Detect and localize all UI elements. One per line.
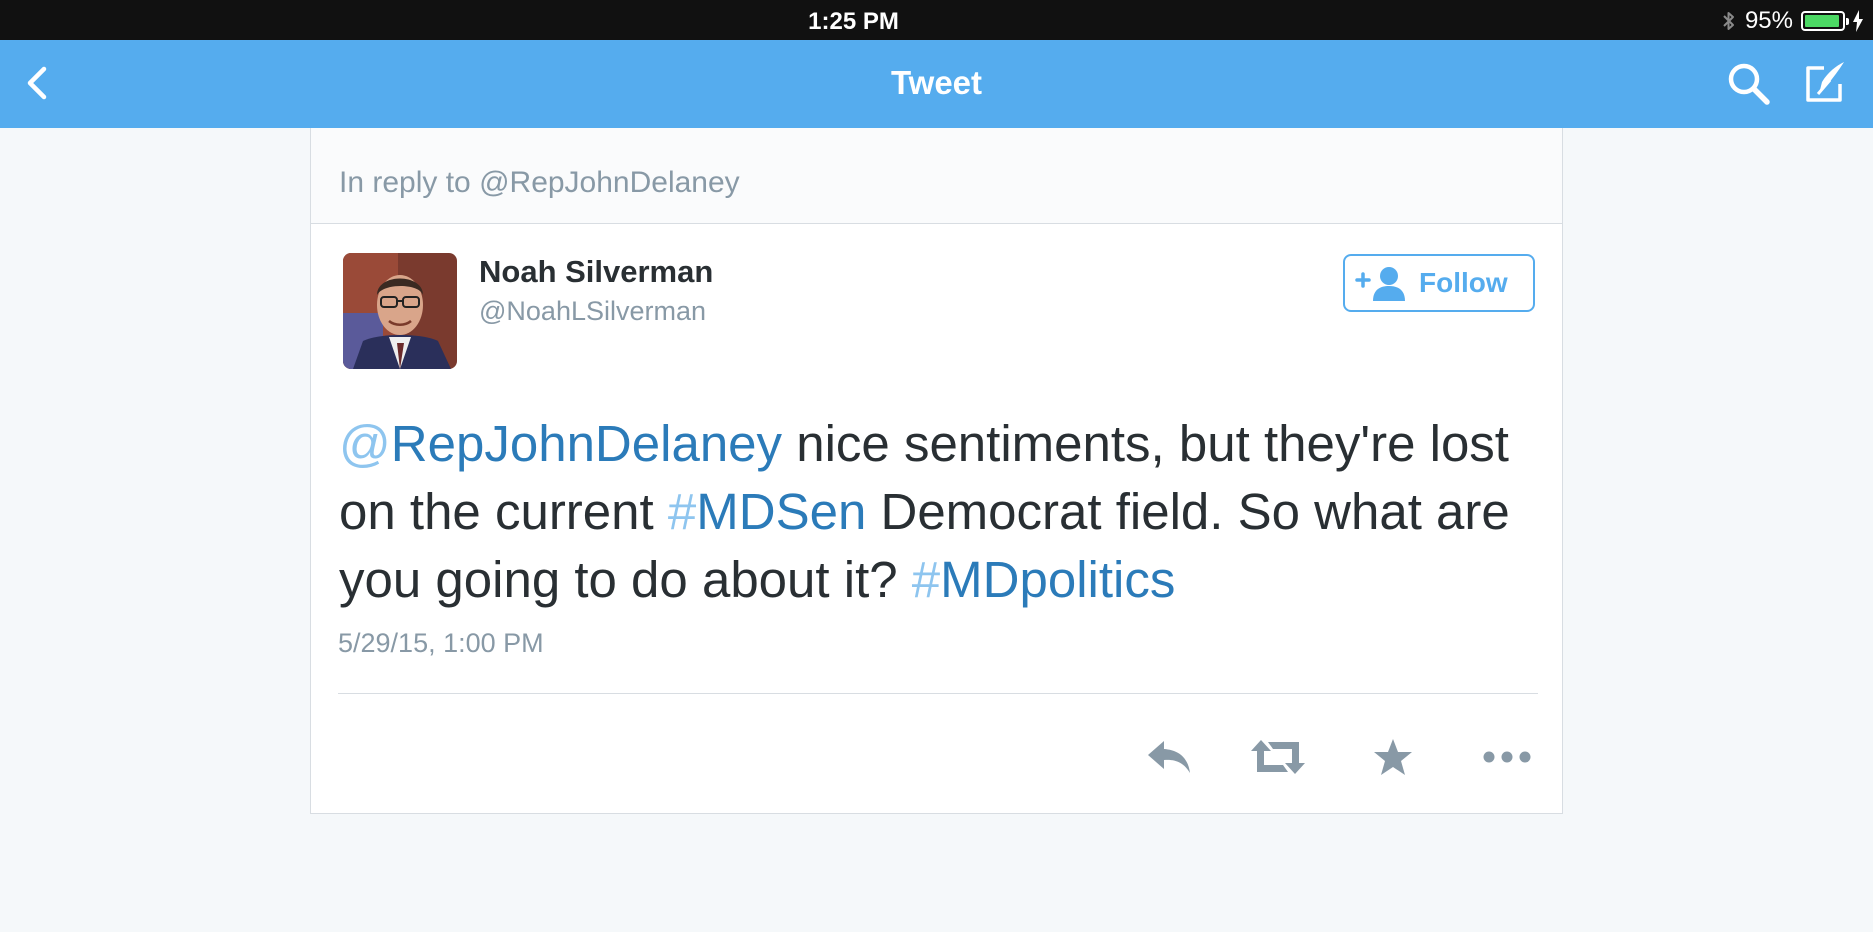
tweet-timestamp: 5/29/15, 1:00 PM xyxy=(338,628,544,658)
hashtag-link-mdsen[interactable]: #MDSen xyxy=(668,483,866,540)
tweet-text: @RepJohnDelaney nice sentiments, but the… xyxy=(339,410,1539,614)
status-indicators: 95% xyxy=(1721,7,1863,35)
mention-link[interactable]: @RepJohnDelaney xyxy=(339,415,782,472)
battery-icon xyxy=(1801,11,1849,31)
status-bar: 1:25 PM 95% xyxy=(0,0,1873,40)
mention-prefix: @ xyxy=(339,415,391,472)
favorite-star-icon xyxy=(1374,739,1412,775)
battery-percent: 95% xyxy=(1744,7,1793,34)
reply-context[interactable]: In reply to @RepJohnDelaney xyxy=(311,128,1562,224)
hashtag-prefix: # xyxy=(667,483,697,540)
page-title: Tweet xyxy=(890,64,983,101)
reply-icon xyxy=(1148,741,1190,773)
retweet-icon xyxy=(1251,740,1305,774)
hashtag-name: MDpolitics xyxy=(940,551,1176,608)
nav-bar: Tweet xyxy=(0,40,1873,128)
reply-button[interactable] xyxy=(1140,732,1200,782)
reply-context-text: In reply to @RepJohnDelaney xyxy=(339,166,740,199)
divider xyxy=(338,693,1538,694)
bluetooth-icon xyxy=(1723,12,1734,30)
follow-button[interactable]: Follow xyxy=(1343,254,1535,312)
battery-fill xyxy=(1805,15,1840,27)
mention-name: RepJohnDelaney xyxy=(390,415,783,472)
author-handle[interactable]: @NoahLSilverman xyxy=(479,296,706,327)
add-user-icon xyxy=(1355,267,1405,301)
more-dots-icon xyxy=(1483,751,1531,763)
search-icon[interactable] xyxy=(1725,60,1773,108)
tweet-card: In reply to @RepJohnDelaney Noah Silverm… xyxy=(310,128,1563,814)
hashtag-prefix: # xyxy=(911,551,941,608)
author-name[interactable]: Noah Silverman xyxy=(479,254,713,290)
charging-bolt-icon xyxy=(1853,10,1863,32)
follow-label: Follow xyxy=(1419,267,1508,298)
status-time: 1:25 PM xyxy=(808,8,899,35)
hashtag-link-mdpolitics[interactable]: #MDpolitics xyxy=(912,551,1176,608)
compose-icon[interactable] xyxy=(1800,58,1850,108)
avatar[interactable] xyxy=(343,253,457,369)
favorite-button[interactable] xyxy=(1363,732,1423,782)
hashtag-name: MDSen xyxy=(696,483,867,540)
more-button[interactable] xyxy=(1477,732,1537,782)
retweet-button[interactable] xyxy=(1248,732,1308,782)
